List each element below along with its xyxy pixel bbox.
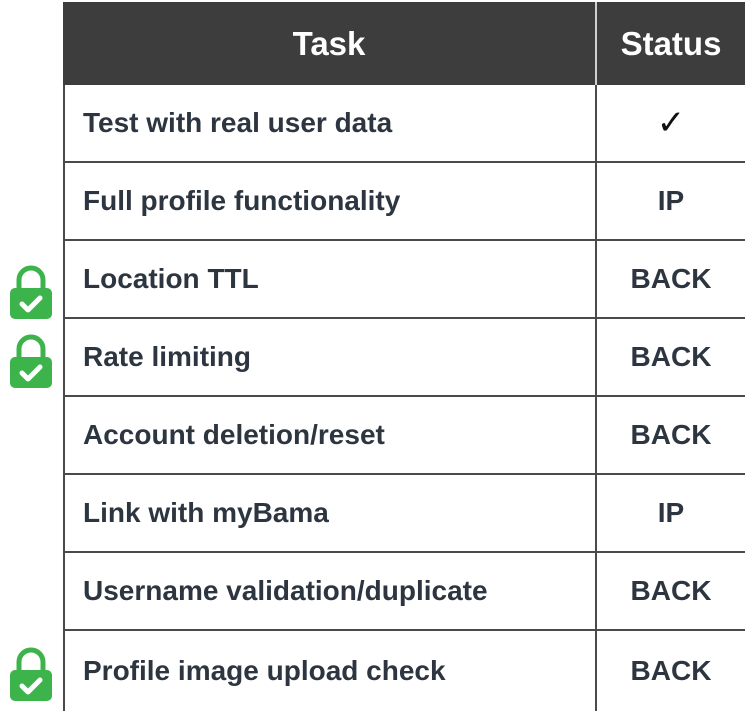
checkmark-icon: ✓: [656, 103, 686, 143]
table-row: Link with myBama IP: [63, 475, 745, 553]
table-row: Profile image upload check BACK: [63, 631, 745, 711]
status-cell: BACK: [595, 397, 745, 473]
status-cell: BACK: [595, 631, 745, 711]
task-cell: Username validation/duplicate: [63, 553, 595, 629]
status-cell: IP: [595, 163, 745, 239]
task-cell: Location TTL: [63, 241, 595, 317]
task-cell: Profile image upload check: [63, 631, 595, 711]
header-status: Status: [595, 2, 745, 85]
task-cell: Account deletion/reset: [63, 397, 595, 473]
status-cell: ✓: [595, 85, 745, 161]
lock-check-icon: [10, 265, 52, 319]
status-cell: BACK: [595, 241, 745, 317]
lock-check-icon: [10, 647, 52, 701]
table-header: Task Status: [63, 2, 745, 85]
status-cell: BACK: [595, 553, 745, 629]
table-row: Test with real user data ✓: [63, 85, 745, 163]
table-row: Rate limiting BACK: [63, 319, 745, 397]
status-cell: BACK: [595, 319, 745, 395]
task-cell: Link with myBama: [63, 475, 595, 551]
table-row: Username validation/duplicate BACK: [63, 553, 745, 631]
table-row: Location TTL BACK: [63, 241, 745, 319]
task-cell: Rate limiting: [63, 319, 595, 395]
header-task: Task: [292, 24, 366, 62]
table-row: Account deletion/reset BACK: [63, 397, 745, 475]
lock-check-icon: [10, 334, 52, 388]
task-cell: Full profile functionality: [63, 163, 595, 239]
task-cell: Test with real user data: [63, 85, 595, 161]
task-table: Task Status Test with real user data ✓ F…: [63, 2, 745, 711]
status-cell: IP: [595, 475, 745, 551]
table-row: Full profile functionality IP: [63, 163, 745, 241]
